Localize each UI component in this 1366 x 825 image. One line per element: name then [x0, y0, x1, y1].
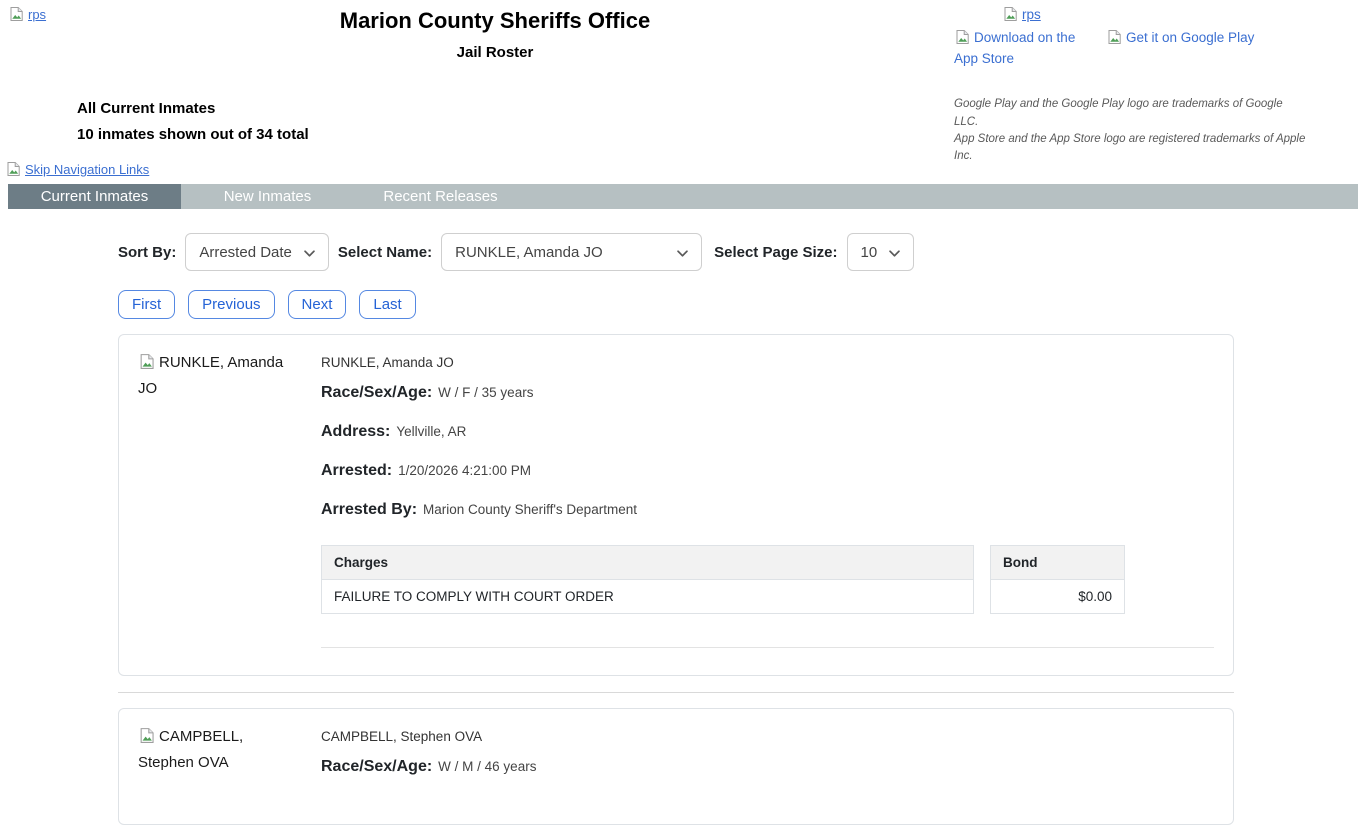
trademark-notice: Google Play and the Google Play logo are…: [954, 96, 1306, 165]
sort-by-value: Arrested Date: [199, 243, 292, 261]
arrested-by-row: Arrested By: Marion County Sheriff's Depa…: [321, 501, 1214, 519]
inmate-card: RUNKLE, Amanda JO RUNKLE, Amanda JO Race…: [118, 334, 1234, 676]
broken-image-icon: [138, 727, 156, 751]
trademark-line-google: Google Play and the Google Play logo are…: [954, 98, 1283, 128]
charge-cell: FAILURE TO COMPLY WITH COURT ORDER: [321, 579, 974, 614]
last-page-button[interactable]: Last: [359, 290, 416, 319]
page-size-label: Select Page Size:: [714, 243, 838, 261]
race-sex-age-row: Race/Sex/Age: W / M / 46 years: [321, 758, 1214, 776]
tab-recent-releases[interactable]: Recent Releases: [354, 184, 527, 209]
pagination-bar: First Previous Next Last: [118, 290, 1366, 319]
charge-row: FAILURE TO COMPLY WITH COURT ORDER: [321, 579, 974, 614]
select-name-label: Select Name:: [337, 243, 433, 261]
app-badges-block: rps Download on the App Store Get it on …: [954, 6, 1306, 165]
bond-cell: $0.00: [990, 579, 1125, 614]
page-title: Marion County Sheriffs Office: [339, 8, 651, 33]
arrested-value: 1/20/2026 4:21:00 PM: [398, 463, 531, 478]
charges-bond-tables: Charges FAILURE TO COMPLY WITH COURT ORD…: [321, 545, 1214, 614]
chevron-down-icon: [304, 244, 315, 261]
charges-column-header: Charges: [321, 545, 974, 580]
inmate-card: CAMPBELL, Stephen OVA CAMPBELL, Stephen …: [118, 708, 1234, 825]
inmate-photo-placeholder: RUNKLE, Amanda JO: [138, 351, 288, 675]
race-sex-age-label: Race/Sex/Age:: [321, 384, 433, 401]
address-row: Address: Yellville, AR: [321, 423, 1214, 441]
bond-column-header: Bond: [990, 545, 1125, 580]
broken-image-icon: [5, 161, 22, 180]
page-header: rps Marion County Sheriffs Office Jail R…: [0, 0, 1366, 162]
google-play-link[interactable]: Get it on Google Play: [1106, 29, 1254, 50]
inmate-photo-placeholder: CAMPBELL, Stephen OVA: [138, 725, 288, 824]
next-page-button[interactable]: Next: [287, 290, 347, 319]
rps-badge-alt-text: rps: [1022, 7, 1041, 22]
address-value: Yellville, AR: [396, 424, 467, 439]
inmate-details: RUNKLE, Amanda JO Race/Sex/Age: W / F / 3…: [321, 351, 1214, 675]
tab-new-inmates[interactable]: New Inmates: [181, 184, 354, 209]
google-play-alt-text: Get it on Google Play: [1126, 30, 1255, 45]
page-size-select[interactable]: 10: [846, 233, 915, 271]
arrested-by-label: Arrested By:: [321, 501, 418, 518]
tab-bar: Current Inmates New Inmates Recent Relea…: [8, 184, 1358, 209]
title-block: Marion County Sheriffs Office Jail Roste…: [0, 8, 990, 61]
race-sex-age-label: Race/Sex/Age:: [321, 758, 433, 775]
select-name-select[interactable]: RUNKLE, Amanda JO: [441, 233, 703, 271]
broken-image-icon: [1002, 6, 1019, 25]
roster-summary: All Current Inmates 10 inmates shown out…: [77, 100, 309, 143]
previous-page-button[interactable]: Previous: [188, 290, 275, 319]
inmate-photo-alt-text: RUNKLE, Amanda JO: [138, 354, 284, 398]
sort-by-label: Sort By:: [118, 243, 177, 261]
select-name-value: RUNKLE, Amanda JO: [455, 243, 603, 261]
roster-summary-count: 10 inmates shown out of 34 total: [77, 126, 309, 143]
skip-navigation-link[interactable]: Skip Navigation Links: [5, 162, 149, 177]
arrested-label: Arrested:: [321, 462, 393, 479]
inmate-name: RUNKLE, Amanda JO: [321, 355, 454, 370]
race-sex-age-row: Race/Sex/Age: W / F / 35 years: [321, 384, 1214, 402]
broken-image-icon: [138, 353, 156, 377]
inmate-name: CAMPBELL, Stephen OVA: [321, 729, 483, 744]
app-store-link[interactable]: Download on the App Store: [954, 29, 1094, 68]
arrested-by-value: Marion County Sheriff's Department: [423, 502, 637, 517]
tab-current-inmates[interactable]: Current Inmates: [8, 184, 181, 209]
first-page-button[interactable]: First: [118, 290, 176, 319]
address-label: Address:: [321, 423, 391, 440]
card-inner-divider: [321, 647, 1214, 648]
bond-table: Bond $0.00: [990, 545, 1125, 614]
sort-by-select[interactable]: Arrested Date: [185, 233, 329, 271]
bond-row: $0.00: [990, 579, 1125, 614]
skip-navigation-label: Skip Navigation Links: [25, 162, 150, 177]
race-sex-age-value: W / M / 46 years: [438, 759, 537, 774]
arrested-row: Arrested: 1/20/2026 4:21:00 PM: [321, 462, 1214, 480]
charges-table: Charges FAILURE TO COMPLY WITH COURT ORD…: [321, 545, 974, 614]
inmate-details: CAMPBELL, Stephen OVA Race/Sex/Age: W / M…: [321, 725, 1214, 824]
card-separator: [118, 692, 1234, 693]
rps-badge-link[interactable]: rps: [1002, 7, 1041, 22]
chevron-down-icon: [677, 244, 688, 261]
chevron-down-icon: [889, 244, 900, 261]
app-store-alt-text: Download on the App Store: [954, 30, 1076, 67]
page-size-value: 10: [860, 243, 878, 261]
list-controls: Sort By: Arrested Date Select Name: RUNK…: [118, 233, 1366, 271]
roster-summary-heading: All Current Inmates: [77, 100, 216, 117]
trademark-line-apple: App Store and the App Store logo are reg…: [954, 132, 1306, 163]
broken-image-icon: [954, 29, 971, 50]
broken-image-icon: [1106, 29, 1123, 50]
page-subtitle: Jail Roster: [456, 44, 534, 61]
race-sex-age-value: W / F / 35 years: [438, 385, 534, 400]
